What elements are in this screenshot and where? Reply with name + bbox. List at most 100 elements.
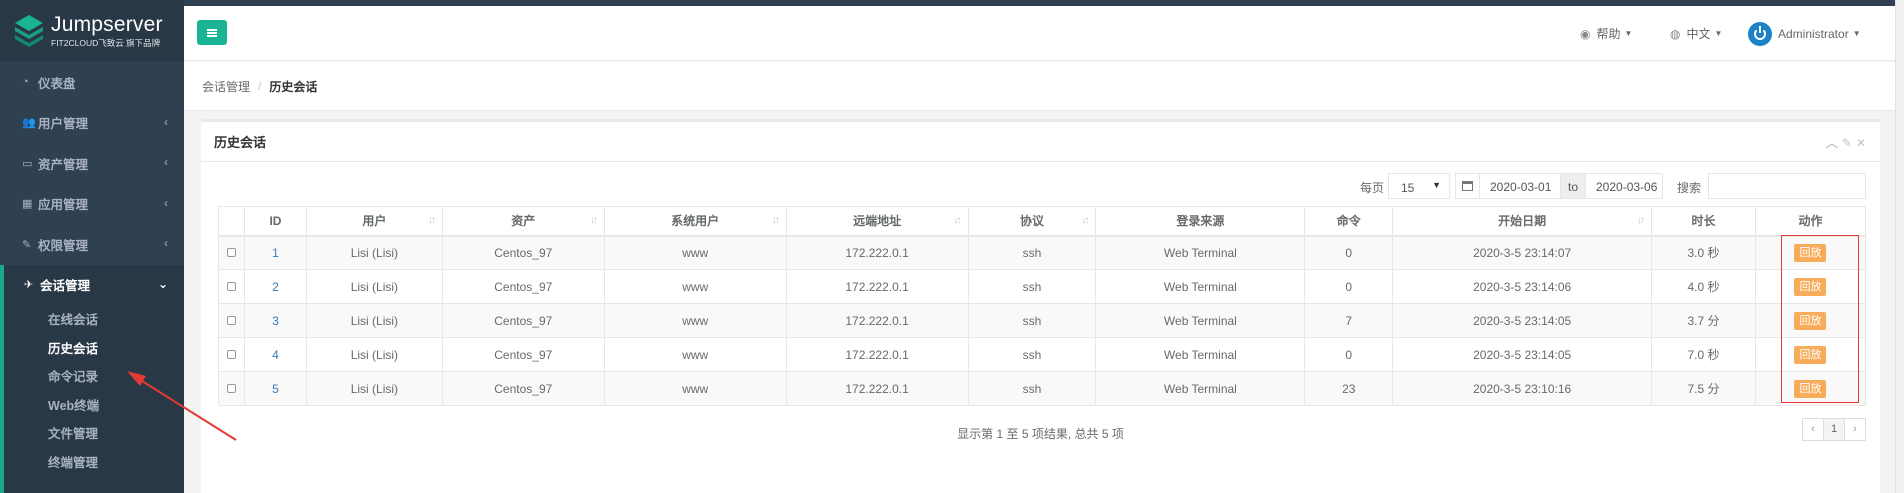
row-checkbox[interactable] xyxy=(226,315,236,325)
per-page-label: 每页 xyxy=(1360,181,1385,195)
row-checkbox[interactable] xyxy=(226,281,236,291)
sidebar-item-1[interactable]: 👥 用户管理 ‹ xyxy=(0,103,184,144)
calendar-icon[interactable] xyxy=(1455,173,1479,199)
row-checkbox[interactable] xyxy=(226,349,236,359)
prev-page-button[interactable]: ‹ xyxy=(1802,418,1824,441)
cell-protocol: ssh xyxy=(967,337,1097,372)
page-scrollbar[interactable] xyxy=(1895,0,1904,493)
column-header: 时长 xyxy=(1651,206,1756,237)
language-menu[interactable]: ◍ 中文 ▼ xyxy=(1670,6,1722,61)
cell-protocol: ssh xyxy=(967,371,1097,406)
sidebar: Jumpserver FIT2CLOUD飞致云 旗下品牌 ◔ 仪表盘 👥 用户管理 ‹ ▭… xyxy=(0,0,184,493)
cell-user: Lisi (Lisi) xyxy=(305,337,443,372)
cell-date-start: 2020-3-5 23:10:16 xyxy=(1392,371,1653,406)
chevron-up-icon[interactable]: ︿ xyxy=(1826,136,1842,150)
breadcrumb-separator: / xyxy=(258,79,262,93)
sort-icon: ↓↑ xyxy=(1081,215,1089,226)
sidebar-item-label: 会话管理 xyxy=(40,279,91,294)
top-navbar: ◉ 帮助 ▼ ◍ 中文 ▼ Administrator ▼ xyxy=(184,6,1904,61)
session-id-link[interactable]: 2 xyxy=(272,280,279,294)
session-id-link[interactable]: 1 xyxy=(272,246,279,260)
submenu-item-4[interactable]: 文件管理 xyxy=(4,420,184,449)
cell-duration: 7.0 秒 xyxy=(1651,337,1756,372)
user-menu[interactable]: Administrator ▼ xyxy=(1748,6,1861,61)
language-label: 中文 xyxy=(1686,27,1711,41)
session-id-link[interactable]: 5 xyxy=(272,382,279,396)
close-icon[interactable]: ✕ xyxy=(1856,136,1870,150)
cell-login-from: Web Terminal xyxy=(1095,235,1306,270)
cell-asset: Centos_97 xyxy=(441,371,605,406)
breadcrumb-current: 历史会话 xyxy=(269,79,318,94)
session-id-link[interactable]: 3 xyxy=(272,314,279,328)
search-input[interactable] xyxy=(1708,173,1866,199)
column-header[interactable]: 协议 ↓↑ xyxy=(967,206,1097,237)
row-checkbox[interactable] xyxy=(226,247,236,257)
table-row: 3 Lisi (Lisi) Centos_97 www 172.222.0.1 ssh We… xyxy=(218,303,1867,338)
cell-system-user: www xyxy=(603,269,787,304)
session-id-link[interactable]: 4 xyxy=(272,348,279,362)
cell-asset: Centos_97 xyxy=(441,303,605,338)
sidebar-item-0[interactable]: ◔ 仪表盘 xyxy=(0,62,184,103)
sidebar-item-label: 权限管理 xyxy=(38,238,89,253)
column-header: 命令 xyxy=(1304,206,1394,237)
sidebar-item-2[interactable]: ▭ 资产管理 ‹ xyxy=(0,143,184,184)
column-header[interactable]: 用户 ↓↑ xyxy=(305,206,443,237)
submenu-item-1[interactable]: 历史会话 xyxy=(4,335,184,364)
submenu-item-3[interactable]: Web终端 xyxy=(4,392,184,421)
cell-remote-addr: 172.222.0.1 xyxy=(785,235,969,270)
cell-date-start: 2020-3-5 23:14:05 xyxy=(1392,303,1653,338)
menu-toggle-button[interactable] xyxy=(197,20,227,45)
cell-system-user: www xyxy=(603,303,787,338)
chevron-left-icon: ‹ xyxy=(164,236,168,250)
chevron-down-icon: ⌄ xyxy=(157,276,168,291)
cell-user: Lisi (Lisi) xyxy=(305,235,443,270)
breadcrumb-parent[interactable]: 会话管理 xyxy=(202,78,250,95)
cell-protocol: ssh xyxy=(967,303,1097,338)
row-checkbox[interactable] xyxy=(226,383,236,393)
cell-date-start: 2020-3-5 23:14:05 xyxy=(1392,337,1653,372)
sidebar-item-3[interactable]: ▦ 应用管理 ‹ xyxy=(0,184,184,225)
cell-protocol: ssh xyxy=(967,269,1097,304)
table-info: 显示第 1 至 5 项结果, 总共 5 项 xyxy=(957,427,1124,441)
column-header[interactable]: 资产 ↓↑ xyxy=(441,206,605,237)
sidebar-item-4[interactable]: ✎ 权限管理 ‹ xyxy=(0,224,184,265)
wrench-icon[interactable]: ✎ xyxy=(1842,136,1856,150)
users-icon: 👥 xyxy=(22,117,36,130)
page-1-button[interactable]: 1 xyxy=(1823,418,1845,441)
sort-icon: ↓↑ xyxy=(953,215,962,226)
column-header[interactable]: 开始日期 ↓↑ xyxy=(1392,206,1653,237)
table-row: 4 Lisi (Lisi) Centos_97 www 172.222.0.1 ssh We… xyxy=(218,337,1867,372)
table-controls: 每页 15 ▼ 2020-03-01 to 2020-03-06 搜索 xyxy=(201,173,1880,199)
column-header[interactable]: 系统用户 ↓↑ xyxy=(603,206,787,237)
column-header[interactable]: 远端地址 ↓↑ xyxy=(785,206,969,237)
cell-system-user: www xyxy=(603,371,787,406)
brand[interactable]: Jumpserver FIT2CLOUD飞致云 旗下品牌 xyxy=(0,0,184,62)
sidebar-item-label: 应用管理 xyxy=(38,198,89,213)
next-page-button[interactable]: › xyxy=(1844,418,1866,441)
help-label: 帮助 xyxy=(1596,27,1621,41)
submenu-item-0[interactable]: 在线会话 xyxy=(4,306,184,335)
cell-system-user: www xyxy=(603,337,787,372)
cell-remote-addr: 172.222.0.1 xyxy=(785,337,969,372)
chevron-left-icon: ‹ xyxy=(164,155,168,169)
sidebar-item-label: 资产管理 xyxy=(38,157,89,172)
table-body: 1 Lisi (Lisi) Centos_97 www 172.222.0.1 ssh We… xyxy=(218,235,1867,406)
column-header: ID xyxy=(243,206,307,237)
per-page-select[interactable]: 15 ▼ xyxy=(1388,173,1450,199)
submenu-item-2[interactable]: 命令记录 xyxy=(4,363,184,392)
cell-system-user: www xyxy=(603,235,787,270)
date-to-input[interactable]: 2020-03-06 xyxy=(1585,173,1663,199)
column-header: 动作 xyxy=(1754,206,1867,237)
cell-command: 23 xyxy=(1304,371,1394,406)
cell-command: 0 xyxy=(1304,269,1394,304)
sessions-table: ID 用户 ↓↑ 资产 ↓↑ 系统用户 ↓↑ 远端地址 ↓↑ 协议 ↓↑ 登录来源 命令 开始日期 ↓↑ 时长… xyxy=(218,206,1867,406)
brand-title: Jumpserver xyxy=(51,12,163,36)
cell-command: 0 xyxy=(1304,337,1394,372)
sidebar-item-5[interactable]: ✈ 会话管理 ⌄ xyxy=(0,264,184,305)
cell-date-start: 2020-3-5 23:14:07 xyxy=(1392,235,1653,270)
cell-asset: Centos_97 xyxy=(441,235,605,270)
help-menu[interactable]: ◉ 帮助 ▼ xyxy=(1580,6,1632,61)
sidebar-item-label: 用户管理 xyxy=(38,117,89,132)
submenu-item-5[interactable]: 终端管理 xyxy=(4,449,184,478)
date-from-input[interactable]: 2020-03-01 xyxy=(1479,173,1561,199)
